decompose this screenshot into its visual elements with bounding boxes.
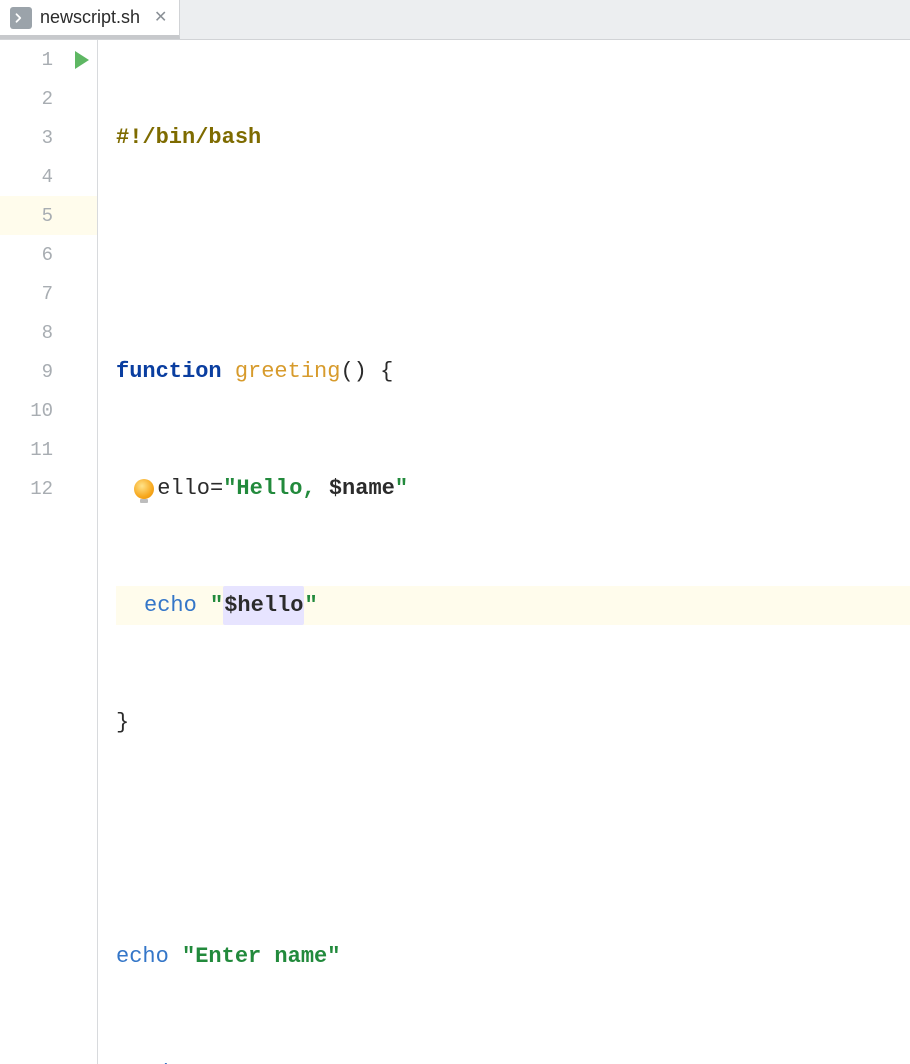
line-number[interactable]: 3 <box>0 118 97 157</box>
editor: 1 2 3 4 5 6 7 8 9 10 11 12 #!/bin/bash f… <box>0 40 910 1064</box>
code-line-3[interactable]: function greeting() { <box>116 352 910 391</box>
intention-bulb-icon[interactable] <box>134 479 154 499</box>
file-tab[interactable]: newscript.sh ✕ <box>0 0 180 39</box>
line-number[interactable]: 9 <box>0 352 97 391</box>
code-line-4[interactable]: hello="Hello, $name" <box>116 469 910 508</box>
line-number[interactable]: 4 <box>0 157 97 196</box>
code-line-5[interactable]: echo "$hello" <box>116 586 910 625</box>
line-number[interactable]: 6 <box>0 235 97 274</box>
line-number[interactable]: 5 <box>0 196 97 235</box>
code-line-8[interactable]: echo "Enter name" <box>116 937 910 976</box>
gutter: 1 2 3 4 5 6 7 8 9 10 11 12 <box>0 40 98 1064</box>
terminal-file-icon <box>10 7 32 29</box>
close-icon[interactable]: ✕ <box>154 10 167 26</box>
shebang: #!/bin/bash <box>116 118 261 157</box>
run-icon[interactable] <box>75 51 89 69</box>
line-num-1: 1 <box>42 49 53 71</box>
line-number[interactable]: 7 <box>0 274 97 313</box>
line-number[interactable]: 2 <box>0 79 97 118</box>
tab-filename: newscript.sh <box>40 7 140 28</box>
code-line-6[interactable]: } <box>116 703 910 742</box>
line-number[interactable]: 1 <box>0 40 97 79</box>
line-number[interactable]: 12 <box>0 469 97 508</box>
line-number[interactable]: 10 <box>0 391 97 430</box>
code-line-1[interactable]: #!/bin/bash <box>116 118 910 157</box>
code-line-9[interactable]: read name <box>116 1054 910 1064</box>
line-number[interactable]: 11 <box>0 430 97 469</box>
line-number[interactable]: 8 <box>0 313 97 352</box>
code-pane[interactable]: #!/bin/bash function greeting() { hello=… <box>98 40 910 1064</box>
code-line-2[interactable] <box>116 235 910 274</box>
code-line-7[interactable] <box>116 820 910 859</box>
tab-bar: newscript.sh ✕ <box>0 0 910 40</box>
